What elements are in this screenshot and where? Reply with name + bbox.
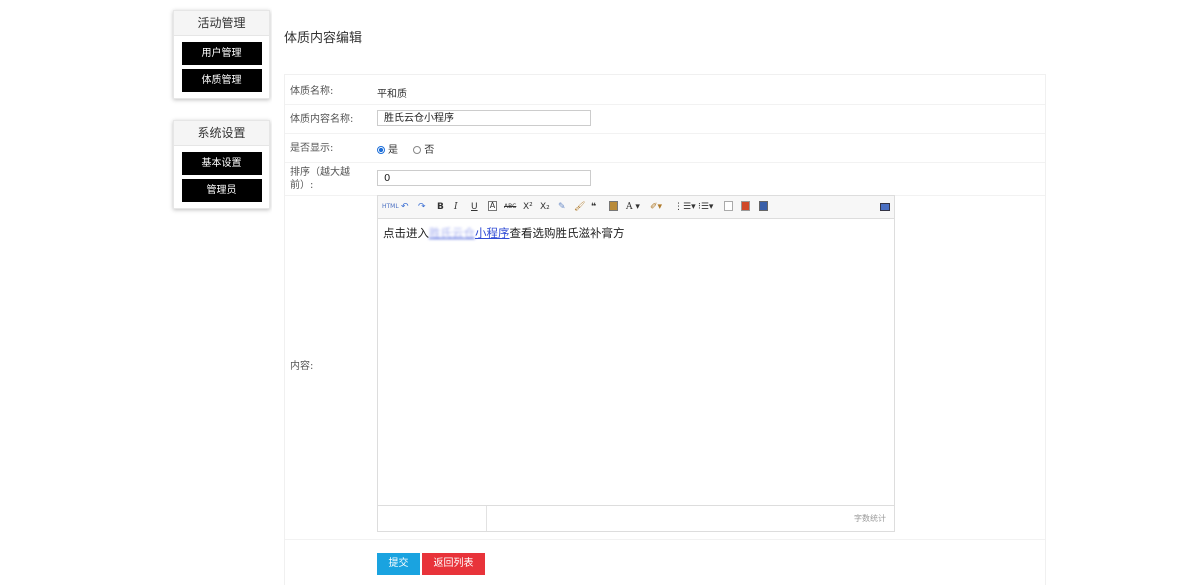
sort-input[interactable]: 0 (377, 170, 591, 186)
subscript-icon[interactable]: X₂ (540, 201, 550, 213)
main-content: 体质内容编辑 体质名称: 平和质 体质内容名称: 胜氏云仓小程序 是否显示: 是… (272, 8, 1046, 585)
video-icon[interactable] (759, 201, 768, 211)
submit-button[interactable]: 提交 (377, 553, 420, 575)
form-row-sort: 排序（越大越前）: 0 (285, 162, 1045, 196)
paste-plain-icon[interactable] (609, 201, 618, 211)
sidebar-item-constitution[interactable]: 体质管理 (181, 69, 262, 92)
sidebar-group-title: 活动管理 (174, 11, 269, 36)
footer-divider (486, 506, 487, 531)
editor-footer: 字数统计 (378, 505, 894, 531)
sidebar-item-users[interactable]: 用户管理 (181, 42, 262, 65)
eraser-icon[interactable]: ✎ (558, 201, 566, 213)
sort-label: 排序（越大越前）: (290, 167, 350, 191)
font-color-icon[interactable]: A ▾ (626, 201, 640, 213)
quote-icon[interactable]: ❝ (591, 201, 596, 213)
radio-no[interactable] (413, 146, 422, 154)
radio-yes-label: 是 (388, 145, 398, 156)
redo-icon[interactable]: ↷ (418, 201, 426, 213)
edit-form: 体质名称: 平和质 体质内容名称: 胜氏云仓小程序 是否显示: 是 否 排序（越… (284, 74, 1046, 585)
font-border-icon[interactable]: A (488, 201, 497, 211)
content-text-prefix: 点击进入 (383, 226, 429, 240)
page-icon[interactable] (724, 201, 733, 211)
back-to-list-button[interactable]: 返回列表 (422, 553, 485, 575)
page-title: 体质内容编辑 (284, 31, 363, 46)
undo-icon[interactable]: ↶ (401, 201, 409, 213)
sidebar-item-basic-settings[interactable]: 基本设置 (181, 152, 262, 175)
show-label: 是否显示: (290, 143, 334, 154)
format-brush-icon[interactable]: 🖌 (574, 201, 585, 213)
content-name-input[interactable]: 胜氏云仓小程序 (377, 110, 591, 126)
italic-icon[interactable]: I (454, 201, 458, 213)
bold-icon[interactable]: B (437, 201, 444, 213)
word-count: 字数统计 (854, 514, 886, 523)
content-link[interactable]: 胜氏云仓小程序 (429, 226, 510, 240)
bg-color-icon[interactable]: ✐▾ (650, 201, 662, 213)
sidebar-group-title: 系统设置 (174, 121, 269, 146)
ordered-list-icon[interactable]: ⋮☰▾ (674, 201, 696, 213)
editor-toolbar: HTML ↶ ↷ B I U A ABC X² X₂ ✎ 🖌 ❝ A ▾ ✐▾ … (378, 196, 894, 219)
strikethrough-icon[interactable]: ABC (504, 201, 516, 213)
unordered-list-icon[interactable]: ⁝☰▾ (698, 201, 713, 213)
underline-icon[interactable]: U (471, 201, 478, 213)
rich-text-editor[interactable]: HTML ↶ ↷ B I U A ABC X² X₂ ✎ 🖌 ❝ A ▾ ✐▾ … (377, 195, 895, 532)
radio-yes[interactable] (377, 146, 385, 154)
form-row-name: 体质名称: 平和质 (285, 75, 1045, 105)
editor-content[interactable]: 点击进入胜氏云仓小程序查看选购胜氏滋补膏方 (378, 219, 894, 247)
image-icon[interactable] (741, 201, 750, 211)
sidebar-item-admins[interactable]: 管理员 (181, 179, 262, 202)
sidebar-group-system: 系统设置 基本设置 管理员 (173, 120, 270, 209)
form-row-show: 是否显示: 是 否 (285, 133, 1045, 163)
constitution-name-label: 体质名称: (290, 86, 334, 97)
show-radio-group: 是 否 (377, 141, 446, 156)
fullscreen-icon[interactable] (880, 203, 890, 211)
constitution-name-value: 平和质 (377, 89, 407, 100)
radio-no-label: 否 (424, 145, 435, 156)
content-label: 内容: (290, 361, 314, 372)
sidebar-group-activity: 活动管理 用户管理 体质管理 (173, 10, 270, 99)
form-row-content-name: 体质内容名称: 胜氏云仓小程序 (285, 104, 1045, 134)
html-icon[interactable]: HTML (382, 201, 399, 213)
content-name-label: 体质内容名称: (290, 114, 354, 125)
content-link-text: 小程序 (475, 226, 510, 240)
content-link-blurred: 胜氏云仓 (429, 226, 475, 240)
superscript-icon[interactable]: X² (523, 201, 533, 213)
content-text-suffix: 查看选购胜氏滋补膏方 (509, 226, 625, 240)
